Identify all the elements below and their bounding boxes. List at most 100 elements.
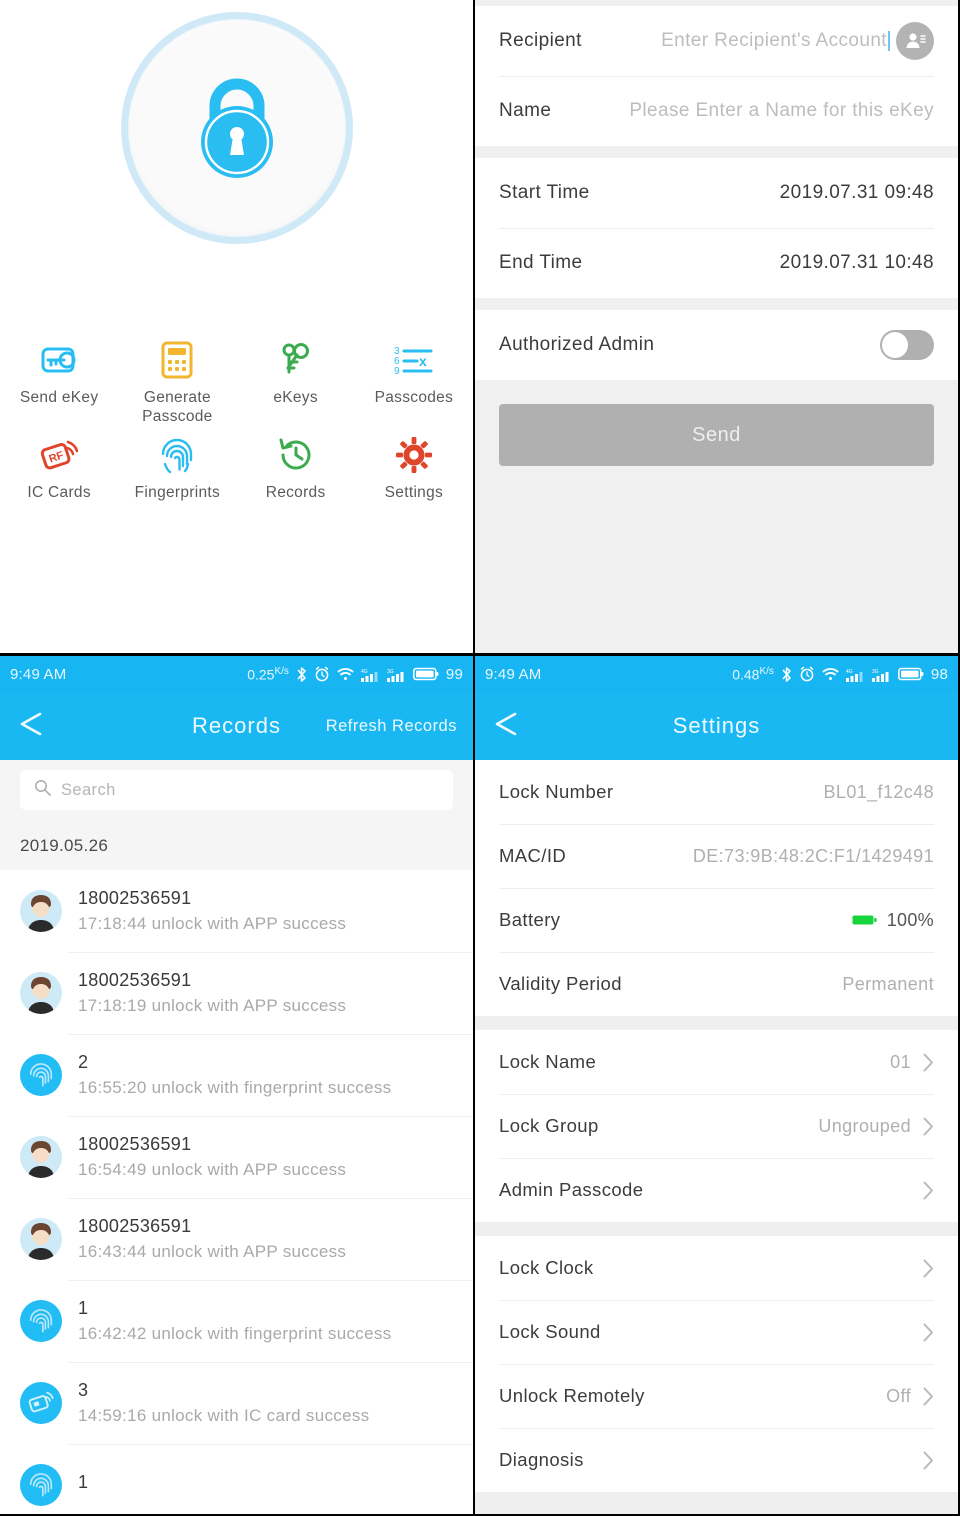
- battery-percent: 100%: [886, 909, 934, 930]
- chevron-right-icon: [923, 1181, 934, 1200]
- settings-group-identity: Lock Name 01 Lock Group Ungrouped Admin …: [475, 1030, 958, 1222]
- feature-ekeys[interactable]: eKeys: [237, 338, 355, 427]
- record-detail: 16:54:49 unlock with APP success: [78, 1160, 347, 1179]
- setting-validity-period: Validity Period Permanent: [475, 952, 958, 1016]
- setting-label: Diagnosis: [499, 1449, 584, 1470]
- records-navbar-wrap: Records Refresh Records: [0, 692, 473, 760]
- setting-lock-number: Lock Number BL01_f12c48: [475, 760, 958, 824]
- feature-send-ekey[interactable]: Send eKey: [0, 338, 118, 427]
- feature-label: IC Cards: [27, 483, 91, 501]
- record-name: 3: [78, 1380, 89, 1400]
- record-row[interactable]: 18002536591 16:43:44 unlock with APP suc…: [0, 1198, 473, 1280]
- setting-mac-id: MAC/ID DE:73:9B:48:2C:F1/1429491: [475, 824, 958, 888]
- feature-records[interactable]: Records: [237, 433, 355, 502]
- keys-icon: [279, 338, 313, 382]
- authorized-admin-toggle[interactable]: [880, 330, 934, 360]
- svg-text:4G: 4G: [361, 669, 368, 675]
- setting-lock-clock[interactable]: Lock Clock: [475, 1236, 958, 1300]
- setting-value: DE:73:9B:48:2C:F1/1429491: [692, 845, 934, 866]
- back-arrow-icon[interactable]: [491, 711, 531, 742]
- record-name: 18002536591: [78, 970, 192, 990]
- fingerprint-avatar-icon: [20, 1464, 62, 1506]
- name-row[interactable]: Name Please Enter a Name for this eKey: [475, 76, 958, 146]
- setting-label: Validity Period: [499, 973, 622, 994]
- setting-value: Permanent: [842, 973, 934, 994]
- end-time-row[interactable]: End Time 2019.07.31 10:48: [475, 228, 958, 298]
- feature-fingerprints[interactable]: Fingerprints: [118, 433, 236, 502]
- network-speed: 0.48K/s: [732, 665, 774, 683]
- records-screen: 9:49 AM 0.25K/s 4G 3G 99 Records Refresh…: [0, 656, 473, 1514]
- toggle-knob: [882, 332, 908, 358]
- record-row[interactable]: 18002536591 17:18:44 unlock with APP suc…: [0, 870, 473, 952]
- battery-percent: 99: [445, 665, 463, 683]
- person-avatar-icon: [20, 972, 62, 1014]
- chevron-right-icon: [923, 1451, 934, 1470]
- lock-inner-ring[interactable]: [132, 24, 341, 232]
- text-caret: [888, 31, 890, 51]
- record-row-partial[interactable]: 1: [0, 1444, 473, 1514]
- setting-diagnosis[interactable]: Diagnosis: [475, 1428, 958, 1492]
- page-title: Settings: [672, 713, 761, 738]
- settings-group-info: Lock Number BL01_f12c48 MAC/ID DE:73:9B:…: [475, 760, 958, 1016]
- record-row[interactable]: 2 16:55:20 unlock with fingerprint succe…: [0, 1034, 473, 1116]
- signal-3g-icon: 3G: [871, 669, 889, 682]
- send-button[interactable]: Send: [499, 404, 934, 466]
- setting-admin-passcode[interactable]: Admin Passcode: [475, 1158, 958, 1222]
- battery-icon: [412, 667, 439, 681]
- feature-settings[interactable]: Settings: [355, 433, 473, 502]
- contact-person-icon[interactable]: [896, 22, 934, 60]
- record-text: 18002536591 16:54:49 unlock with APP suc…: [78, 1134, 346, 1180]
- refresh-records-button[interactable]: Refresh Records: [326, 717, 457, 736]
- name-input[interactable]: Please Enter a Name for this eKey: [629, 100, 934, 122]
- feature-generate-passcode[interactable]: Generate Passcode: [118, 338, 236, 427]
- recipient-label: Recipient: [499, 30, 582, 51]
- status-time: 9:49 AM: [485, 665, 542, 683]
- recipient-input[interactable]: Enter Recipient's Account: [661, 30, 887, 52]
- status-bar: 9:49 AM 0.48K/s 4G 3G 98: [475, 656, 958, 692]
- battery-percent: 98: [930, 665, 948, 683]
- records-list[interactable]: 18002536591 17:18:44 unlock with APP suc…: [0, 870, 473, 1514]
- time-card: Start Time 2019.07.31 09:48 End Time 201…: [475, 158, 958, 298]
- setting-lock-group[interactable]: Lock Group Ungrouped: [475, 1094, 958, 1158]
- start-time-row[interactable]: Start Time 2019.07.31 09:48: [475, 158, 958, 228]
- start-time-value: 2019.07.31 09:48: [779, 182, 934, 203]
- status-icons: 0.48K/s 4G 3G 98: [732, 666, 948, 683]
- status-time: 9:49 AM: [10, 665, 67, 683]
- record-detail: 17:18:44 unlock with APP success: [78, 914, 347, 933]
- chevron-right-icon: [923, 1053, 934, 1072]
- record-row[interactable]: 1 16:42:42 unlock with fingerprint succe…: [0, 1280, 473, 1362]
- setting-value: Ungrouped: [818, 1115, 911, 1136]
- end-time-label: End Time: [499, 252, 583, 273]
- search-input[interactable]: Search: [20, 770, 453, 810]
- back-arrow-icon[interactable]: [16, 711, 56, 742]
- record-row[interactable]: 3 14:59:16 unlock with IC card success: [0, 1362, 473, 1444]
- chevron-right-icon: [923, 1387, 934, 1406]
- send-ekey-icon: [40, 338, 78, 382]
- record-name: 1: [78, 1298, 89, 1318]
- settings-gap: [475, 1222, 958, 1236]
- battery-indicator: 100%: [852, 910, 934, 931]
- fingerprint-avatar-icon: [20, 1300, 62, 1342]
- recipient-card: Recipient Enter Recipient's Account Name…: [475, 6, 958, 146]
- feature-ic-cards[interactable]: RF IC Cards: [0, 433, 118, 502]
- record-text: 18002536591 17:18:19 unlock with APP suc…: [78, 970, 346, 1016]
- record-text: 1: [78, 1472, 88, 1498]
- record-text: 3 14:59:16 unlock with IC card success: [78, 1380, 369, 1426]
- setting-unlock-remotely[interactable]: Unlock Remotely Off: [475, 1364, 958, 1428]
- record-text: 2 16:55:20 unlock with fingerprint succe…: [78, 1052, 391, 1098]
- record-row[interactable]: 18002536591 16:54:49 unlock with APP suc…: [0, 1116, 473, 1198]
- feature-passcodes[interactable]: 3 6 9 x Passcodes: [355, 338, 473, 427]
- bluetooth-icon: [782, 666, 791, 682]
- setting-lock-name[interactable]: Lock Name 01: [475, 1030, 958, 1094]
- recipient-row[interactable]: Recipient Enter Recipient's Account: [475, 6, 958, 76]
- record-row[interactable]: 18002536591 17:18:19 unlock with APP suc…: [0, 952, 473, 1034]
- signal-3g-icon: 3G: [386, 669, 404, 682]
- setting-lock-sound[interactable]: Lock Sound: [475, 1300, 958, 1364]
- authorized-admin-row[interactable]: Authorized Admin: [475, 310, 958, 380]
- screenshot-grid: Send eKey Generate Passcode eKeys 3 6 9 …: [0, 0, 960, 1516]
- lock-outer-ring: [120, 12, 353, 244]
- send-ekey-form: Recipient Enter Recipient's Account Name…: [475, 0, 958, 653]
- settings-navbar-wrap: Settings: [475, 692, 958, 760]
- search-area: Search: [0, 760, 473, 822]
